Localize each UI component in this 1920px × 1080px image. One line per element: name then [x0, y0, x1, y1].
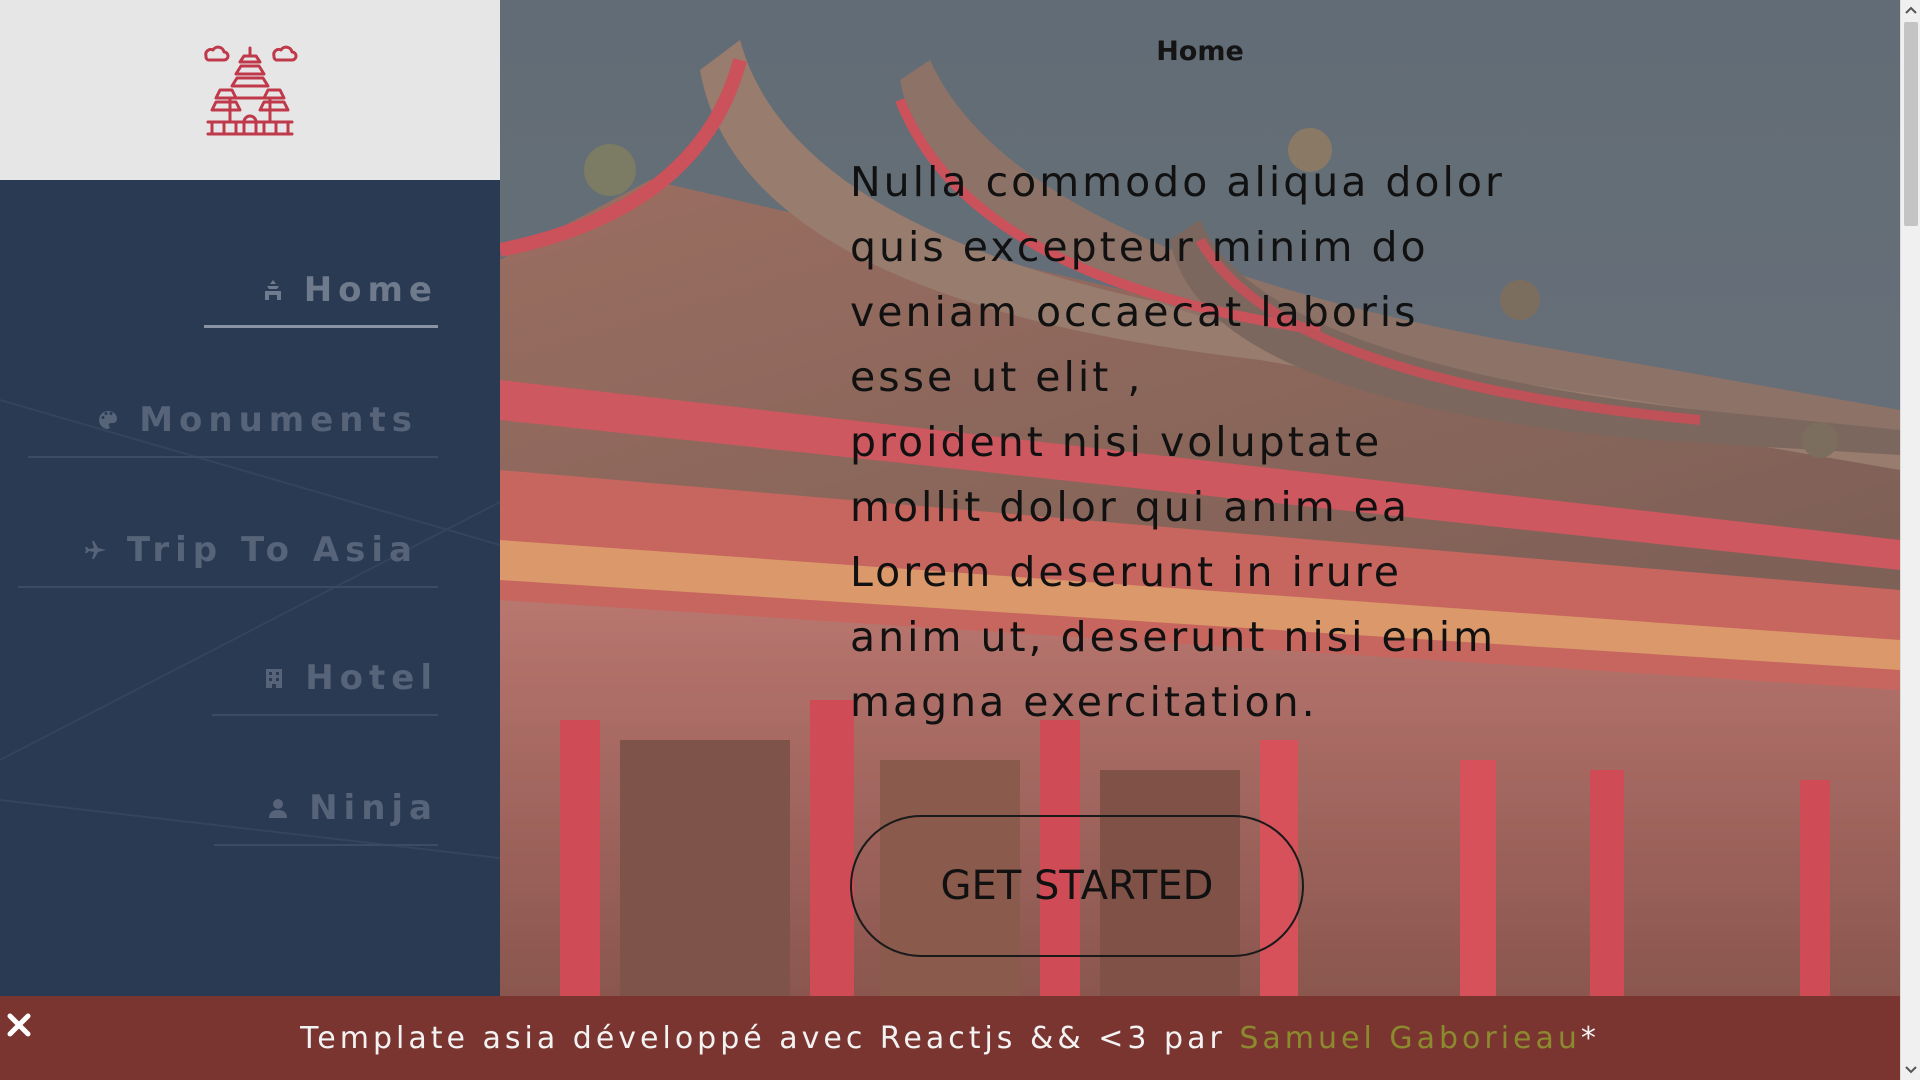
airplane-icon [83, 537, 109, 563]
palette-icon [95, 407, 121, 433]
sidebar-item-label: Trip To Asia [126, 530, 418, 570]
sidebar: Home Monuments Trip To Asia Hotel Ninja [0, 0, 500, 996]
footer-text: Template asia développé avec Reactjs && … [300, 1021, 1600, 1056]
hero-paragraph-2: proident nisi voluptate mollit dolor qui… [850, 418, 1497, 726]
temple-icon [260, 277, 286, 303]
user-icon [265, 795, 291, 821]
scroll-down-arrow-icon[interactable] [1901, 1060, 1920, 1080]
sidebar-item-label: Monuments [139, 400, 418, 440]
sidebar-item-ninja[interactable]: Ninja [214, 788, 438, 846]
page-title: Home [1156, 36, 1244, 67]
sidebar-item-monuments[interactable]: Monuments [28, 400, 438, 458]
sidebar-item-label: Hotel [305, 658, 438, 698]
sidebar-item-label: Home [303, 270, 438, 310]
sidebar-item-hotel[interactable]: Hotel [212, 658, 438, 716]
footer-suffix: * [1580, 1020, 1600, 1056]
sidebar-item-home[interactable]: Home [204, 270, 438, 328]
footer-message: Template asia développé avec Reactjs && … [300, 1020, 1240, 1056]
scroll-up-arrow-icon[interactable] [1901, 0, 1920, 20]
sidebar-item-trip-to-asia[interactable]: Trip To Asia [18, 530, 438, 588]
building-icon [261, 665, 287, 691]
hero-section: Home Nulla commodo aliqua dolor quis exc… [500, 0, 1900, 996]
hero-paragraph-1: Nulla commodo aliqua dolor quis excepteu… [850, 158, 1505, 401]
item-underline [18, 586, 438, 588]
item-underline [214, 844, 438, 846]
hero-text: Nulla commodo aliqua dolor quis excepteu… [850, 150, 1530, 735]
scrollbar-thumb[interactable] [1904, 22, 1918, 226]
sidebar-item-label: Ninja [309, 788, 438, 828]
temple-logo-icon [204, 45, 298, 136]
vertical-scrollbar[interactable] [1900, 0, 1920, 1080]
author-link[interactable]: Samuel Gaborieau [1239, 1021, 1581, 1056]
active-underline [204, 325, 438, 328]
close-icon[interactable] [4, 1010, 34, 1040]
logo-area[interactable] [0, 0, 500, 180]
item-underline [212, 714, 438, 716]
footer-banner: Template asia développé avec Reactjs && … [0, 996, 1900, 1080]
get-started-button[interactable]: GET STARTED [850, 815, 1304, 957]
item-underline [28, 456, 438, 458]
